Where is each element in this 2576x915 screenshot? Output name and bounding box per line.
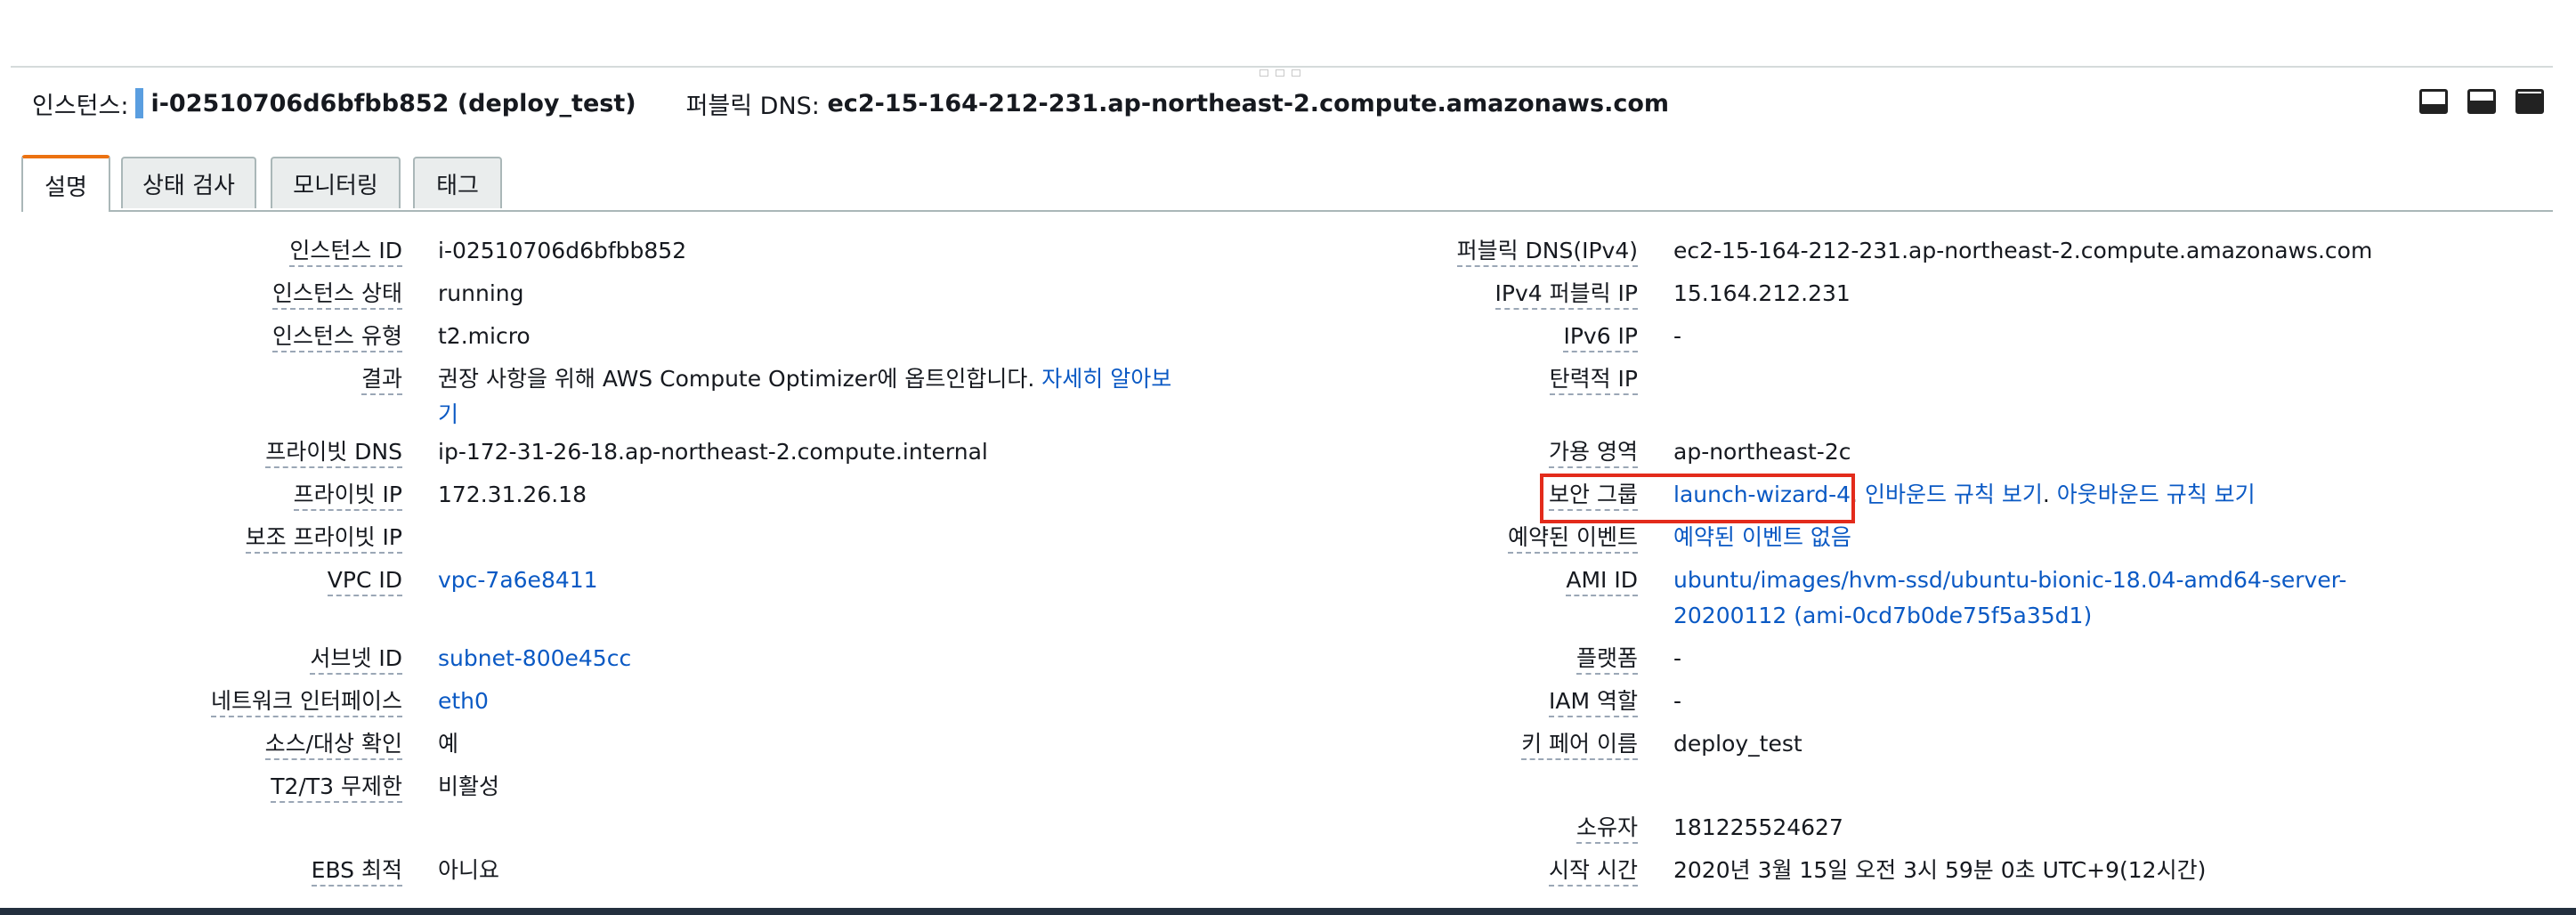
tab-bar: 설명 상태 검사 모니터링 태그 xyxy=(21,155,2553,212)
detail-row: 소유자 181225524627 xyxy=(0,810,2576,846)
owner-value: 181225524627 xyxy=(1673,814,1843,840)
public-dns-label: 퍼블릭 DNS: xyxy=(685,92,820,120)
detail-row: 보안 그룹 launch-wizard-4. 인바운드 규칙 보기. 아웃바운드… xyxy=(0,477,2576,513)
public-dns-ipv4-value: ec2-15-164-212-231.ap-northeast-2.comput… xyxy=(1673,238,2373,263)
public-dns-value: ec2-15-164-212-231.ap-northeast-2.comput… xyxy=(827,89,1670,117)
detail-row: 예약된 이벤트 예약된 이벤트 없음 xyxy=(0,520,2576,555)
instance-label: 인스턴스: xyxy=(32,92,129,120)
tab-monitoring[interactable]: 모니터링 xyxy=(271,157,401,208)
layout-bottom-small-icon[interactable] xyxy=(2419,89,2448,114)
bottom-bar xyxy=(0,908,2576,915)
ami-id-link[interactable]: ubuntu/images/hvm-ssd/ubuntu-bionic-18.0… xyxy=(1673,563,2346,634)
scheduled-events-key: 예약된 이벤트 xyxy=(1508,524,1638,554)
top-blank-area xyxy=(0,0,2576,66)
view-inbound-rules-link[interactable]: 인바운드 규칙 보기 xyxy=(1865,482,2043,507)
layout-bottom-large-icon[interactable] xyxy=(2515,89,2544,114)
ipv6-ip-value: - xyxy=(1673,323,1682,349)
detail-row: 탄력적 IP xyxy=(0,361,2576,397)
t2t3-unlimited-key: T2/T3 무제한 xyxy=(271,773,402,803)
launch-time-key: 시작 시간 xyxy=(1549,857,1638,887)
t2t3-unlimited-value: 비활성 xyxy=(438,773,500,799)
iam-role-key: IAM 역할 xyxy=(1549,688,1638,717)
availability-zone-value: ap-northeast-2c xyxy=(1673,439,1851,465)
panel-divider[interactable] xyxy=(11,66,2553,68)
platform-key: 플랫폼 xyxy=(1576,645,1638,675)
detail-row: T2/T3 무제한 비활성 xyxy=(0,769,2576,805)
detail-row: 퍼블릭 DNS(IPv4) ec2-15-164-212-231.ap-nort… xyxy=(0,233,2576,269)
detail-row: AMI ID ubuntu/images/hvm-ssd/ubuntu-bion… xyxy=(0,563,2576,634)
drag-handle-icon[interactable] xyxy=(1255,69,1305,78)
ipv4-public-ip-value: 15.164.212.231 xyxy=(1673,280,1851,306)
separator: . xyxy=(2042,482,2057,507)
detail-row: 시작 시간 2020년 3월 15일 오전 3시 59분 0초 UTC+9(12… xyxy=(0,853,2576,888)
owner-key: 소유자 xyxy=(1576,814,1638,844)
layout-bottom-medium-icon[interactable] xyxy=(2467,89,2496,114)
instance-header: 인스턴스: i-02510706d6bfbb852 (deploy_test) … xyxy=(32,84,1669,123)
ami-id-key: AMI ID xyxy=(1566,567,1638,596)
detail-row: 가용 영역 ap-northeast-2c xyxy=(0,434,2576,470)
instance-color-indicator xyxy=(135,88,144,118)
public-dns-ipv4-key: 퍼블릭 DNS(IPv4) xyxy=(1456,238,1638,267)
ipv4-public-ip-key: IPv4 퍼블릭 IP xyxy=(1495,280,1638,310)
key-pair-value: deploy_test xyxy=(1673,731,1802,757)
tab-description[interactable]: 설명 xyxy=(21,155,110,212)
security-group-highlight-box xyxy=(1540,474,1855,523)
view-outbound-rules-link[interactable]: 아웃바운드 규칙 보기 xyxy=(2057,482,2256,507)
scheduled-events-link[interactable]: 예약된 이벤트 없음 xyxy=(1673,520,1851,555)
detail-row: IPv6 IP - xyxy=(0,319,2576,354)
detail-row: 키 페어 이름 deploy_test xyxy=(0,726,2576,762)
detail-row: IPv4 퍼블릭 IP 15.164.212.231 xyxy=(0,276,2576,312)
detail-row: 플랫폼 - xyxy=(0,641,2576,676)
tab-tags[interactable]: 태그 xyxy=(413,157,502,208)
elastic-ip-key: 탄력적 IP xyxy=(1549,366,1638,395)
ipv6-ip-key: IPv6 IP xyxy=(1563,323,1638,352)
layout-toggle-group xyxy=(2419,89,2544,114)
ami-id-line1[interactable]: ubuntu/images/hvm-ssd/ubuntu-bionic-18.0… xyxy=(1673,567,2346,593)
key-pair-key: 키 페어 이름 xyxy=(1521,731,1638,760)
detail-row: IAM 역할 - xyxy=(0,684,2576,719)
platform-value: - xyxy=(1673,645,1682,671)
ami-id-line2[interactable]: 20200112 (ami-0cd7b0de75f5a35d1) xyxy=(1673,603,2092,628)
availability-zone-key: 가용 영역 xyxy=(1549,439,1638,468)
launch-time-value: 2020년 3월 15일 오전 3시 59분 0초 UTC+9(12시간) xyxy=(1673,857,2207,883)
instance-value: i-02510706d6bfbb852 (deploy_test) xyxy=(150,89,636,117)
tab-status-checks[interactable]: 상태 검사 xyxy=(121,157,256,208)
learn-more-link-cont[interactable]: 기 xyxy=(438,401,458,427)
iam-role-value: - xyxy=(1673,688,1682,714)
